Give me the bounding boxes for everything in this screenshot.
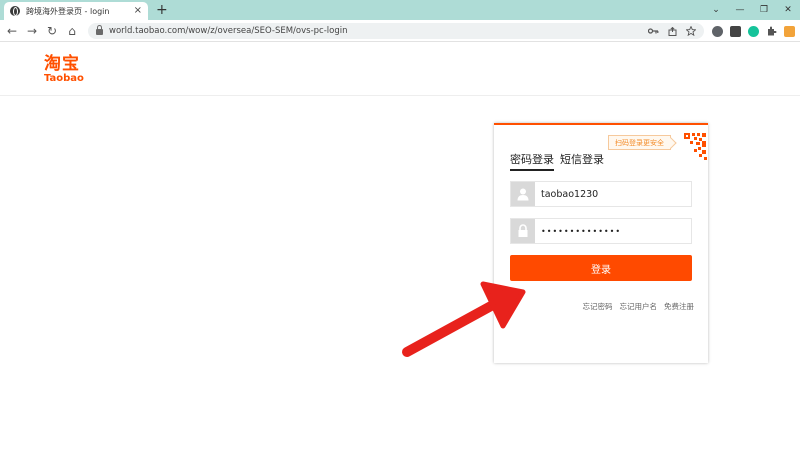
qr-login-tip[interactable]: 扫码登录更安全 [608, 135, 671, 150]
forward-button[interactable]: → [24, 23, 40, 39]
extension-icons [712, 24, 795, 38]
star-icon[interactable] [686, 26, 696, 36]
login-submit-button[interactable]: 登录 [510, 255, 692, 281]
forgot-username-link[interactable]: 忘记用户名 [620, 301, 658, 312]
new-tab-button[interactable]: + [156, 2, 168, 18]
qr-code-icon[interactable] [674, 131, 708, 163]
address-bar-actions [648, 23, 696, 39]
tab-close-button[interactable]: × [134, 6, 142, 16]
logo-chinese: 淘宝 [44, 54, 80, 74]
forgot-password-link[interactable]: 忘记密码 [583, 301, 613, 312]
url-text[interactable]: world.taobao.com/wow/z/oversea/SEO-SEM/o… [109, 26, 348, 36]
user-icon [511, 182, 535, 206]
site-header: 淘宝 Taobao [0, 43, 800, 96]
tab-password-login[interactable]: 密码登录 [510, 153, 554, 171]
browser-toolbar: ← → ↻ ⌂ world.taobao.com/wow/z/oversea/S… [0, 20, 800, 42]
logo-english: Taobao [44, 73, 84, 84]
reload-button[interactable]: ↻ [44, 23, 60, 39]
taobao-logo[interactable]: 淘宝 Taobao [44, 55, 94, 84]
tab-search-button[interactable]: ⌄ [704, 0, 728, 20]
close-window-button[interactable]: ✕ [776, 0, 800, 20]
register-link[interactable]: 免费注册 [664, 301, 694, 312]
globe-icon [10, 6, 20, 16]
key-icon[interactable] [648, 27, 659, 35]
login-method-tabs: 密码登录 短信登录 [510, 153, 604, 171]
extension-icon-2[interactable] [730, 25, 741, 37]
home-button[interactable]: ⌂ [64, 23, 80, 39]
back-button[interactable]: ← [4, 23, 20, 39]
tab-sms-login[interactable]: 短信登录 [560, 153, 604, 171]
window-controls: ⌄ — ❐ ✕ [704, 0, 800, 20]
minimize-button[interactable]: — [728, 0, 752, 20]
extension-icon-1[interactable] [712, 25, 723, 37]
tab-title: 跨境海外登录页 - login [26, 6, 110, 16]
address-bar[interactable]: world.taobao.com/wow/z/oversea/SEO-SEM/o… [88, 23, 704, 39]
lock-icon[interactable] [96, 25, 103, 35]
puzzle-icon[interactable] [766, 26, 777, 37]
restore-button[interactable]: ❐ [752, 0, 776, 20]
red-arrow-icon [402, 281, 526, 357]
browser-tab-bar: 跨境海外登录页 - login × + ⌄ — ❐ ✕ [0, 0, 800, 20]
login-help-links: 忘记密码 忘记用户名 免费注册 [583, 301, 695, 312]
username-field[interactable] [510, 181, 692, 207]
grammarly-icon[interactable] [748, 25, 759, 37]
username-input[interactable] [535, 183, 685, 205]
share-icon[interactable] [668, 26, 677, 36]
password-field[interactable] [510, 218, 692, 244]
padlock-icon [511, 219, 535, 243]
browser-tab[interactable]: 跨境海外登录页 - login × [4, 2, 148, 20]
password-input[interactable] [535, 220, 685, 242]
profile-icon[interactable] [784, 25, 795, 37]
